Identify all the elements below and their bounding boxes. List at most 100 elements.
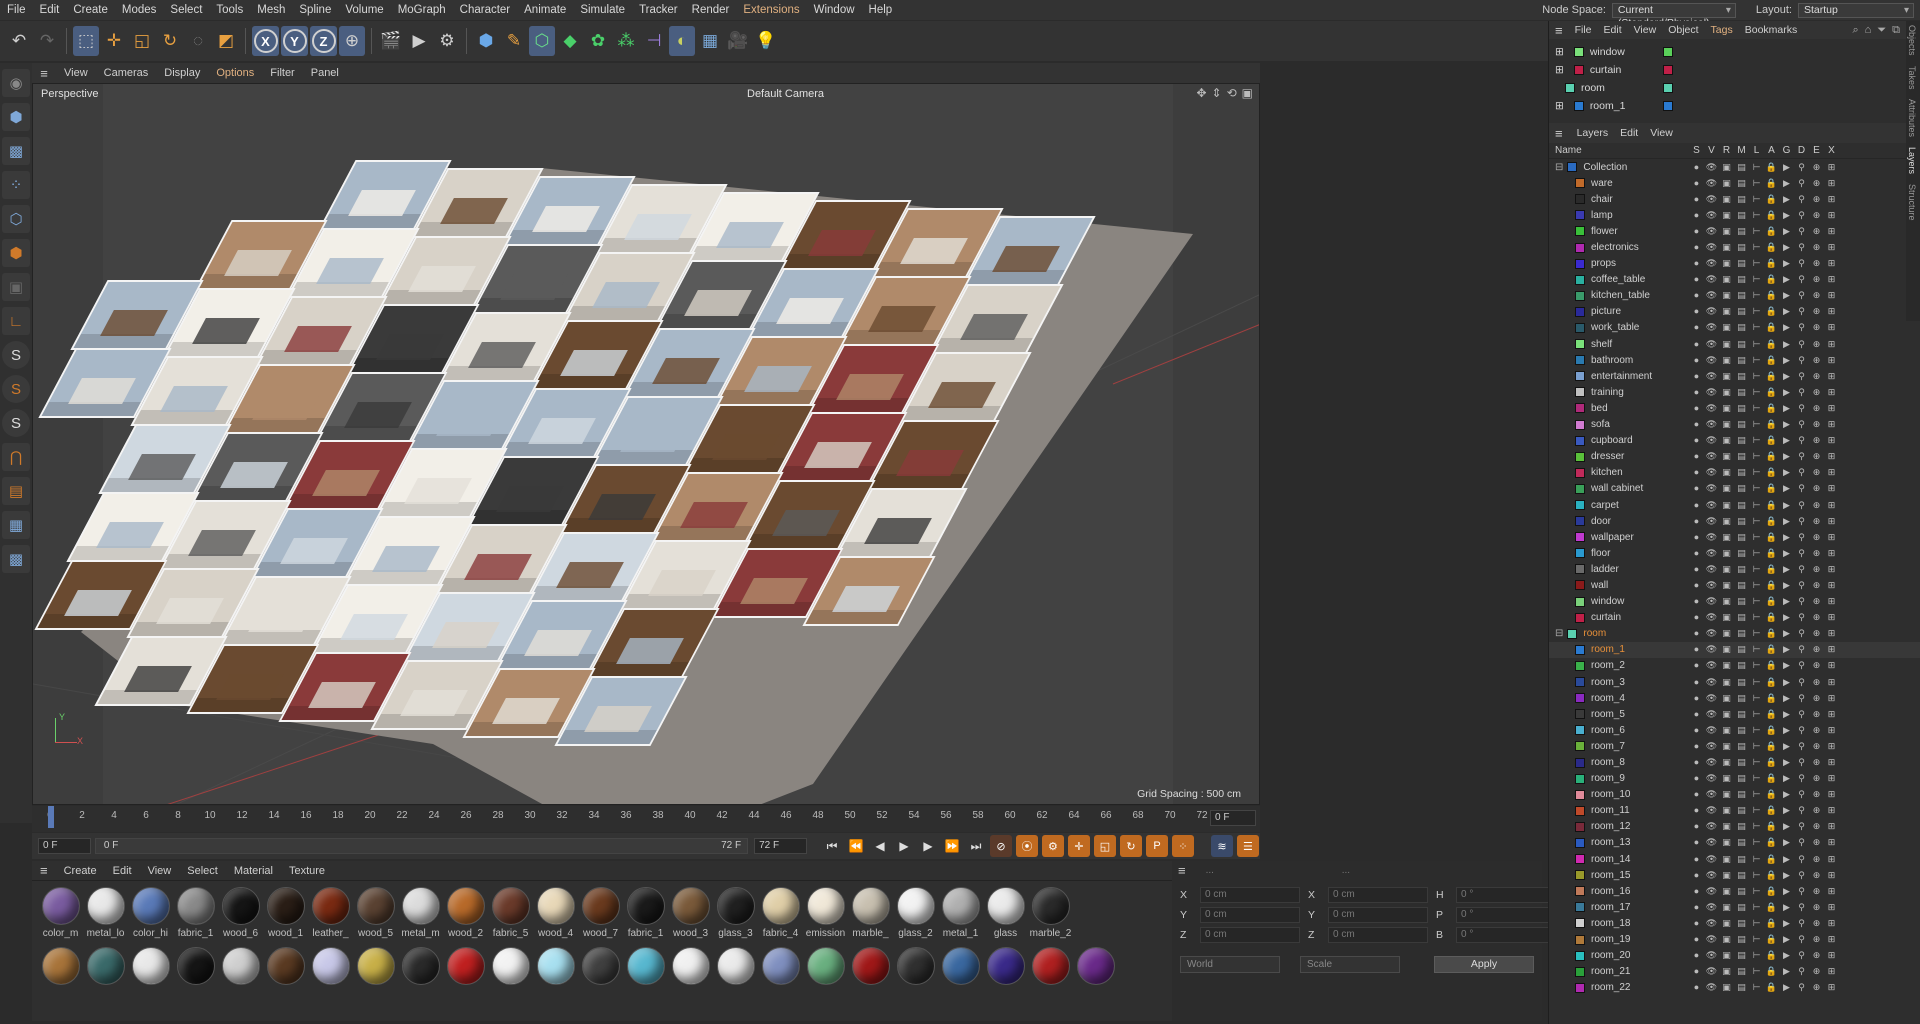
layer-toggle-icon[interactable]: ⊞ xyxy=(1824,226,1839,237)
layer-toggle-icon[interactable]: ⊞ xyxy=(1824,258,1839,269)
layer-toggle-icon[interactable]: ▤ xyxy=(1734,322,1749,333)
layer-toggle-icon[interactable]: ⊢ xyxy=(1749,966,1764,977)
layer-row[interactable]: props ● 👁 ▣ ▤ ⊢ 🔒 ▶ ⚲ ⊕ ⊞ xyxy=(1549,256,1920,272)
material-swatch[interactable]: color_m xyxy=(38,887,83,947)
layer-toggle-icon[interactable]: ⚲ xyxy=(1794,757,1809,768)
layer-toggle-icon[interactable]: ⚲ xyxy=(1794,709,1809,720)
layer-toggle-icon[interactable]: 🔒 xyxy=(1764,467,1779,478)
layer-toggle-icon[interactable]: ⊞ xyxy=(1824,564,1839,575)
layer-toggle-icon[interactable]: ⚲ xyxy=(1794,854,1809,865)
layer-row[interactable]: kitchen_table ● 👁 ▣ ▤ ⊢ 🔒 ▶ ⚲ ⊕ ⊞ xyxy=(1549,288,1920,304)
layer-toggle-icon[interactable]: ⊢ xyxy=(1749,242,1764,253)
layer-toggle-icon[interactable]: ● xyxy=(1689,596,1704,607)
point-mode-icon[interactable]: ⁘ xyxy=(2,171,30,199)
layer-toggle-icon[interactable]: ● xyxy=(1689,741,1704,752)
material-swatch[interactable]: wood_2 xyxy=(443,887,488,947)
material-swatch[interactable] xyxy=(83,947,128,1007)
layer-toggle-icon[interactable]: ▤ xyxy=(1734,516,1749,527)
material-swatch[interactable]: emission xyxy=(803,887,848,947)
layer-toggle-icon[interactable]: 👁 xyxy=(1704,934,1719,945)
layer-toggle-icon[interactable]: ▶ xyxy=(1779,709,1794,720)
material-swatch[interactable]: fabric_4 xyxy=(758,887,803,947)
layer-toggle-icon[interactable]: ⚲ xyxy=(1794,258,1809,269)
layer-toggle-icon[interactable]: ▶ xyxy=(1779,290,1794,301)
layer-toggle-icon[interactable]: ⚲ xyxy=(1794,966,1809,977)
material-swatch[interactable] xyxy=(1028,947,1073,1007)
layer-toggle-icon[interactable]: ▶ xyxy=(1779,226,1794,237)
layer-toggle-icon[interactable]: 🔒 xyxy=(1764,902,1779,913)
layer-toggle-icon[interactable]: ⊞ xyxy=(1824,854,1839,865)
material-swatch[interactable] xyxy=(578,947,623,1007)
layer-row[interactable]: room_11 ● 👁 ▣ ▤ ⊢ 🔒 ▶ ⚲ ⊕ ⊞ xyxy=(1549,803,1920,819)
material-swatch[interactable] xyxy=(443,947,488,1007)
locked-workplane-icon[interactable]: ▩ xyxy=(2,545,30,573)
layer-toggle-icon[interactable]: ▶ xyxy=(1779,435,1794,446)
apply-button[interactable]: Apply xyxy=(1434,956,1534,973)
layer-toggle-icon[interactable]: ▤ xyxy=(1734,258,1749,269)
layer-toggle-icon[interactable]: 🔒 xyxy=(1764,419,1779,430)
layer-toggle-icon[interactable]: ⊞ xyxy=(1824,693,1839,704)
layer-toggle-icon[interactable]: 👁 xyxy=(1704,789,1719,800)
layer-toggle-icon[interactable]: ⚲ xyxy=(1794,580,1809,591)
expand-icon[interactable]: ⊞ xyxy=(1555,46,1564,58)
layer-toggle-icon[interactable]: ▤ xyxy=(1734,821,1749,832)
layer-row[interactable]: training ● 👁 ▣ ▤ ⊢ 🔒 ▶ ⚲ ⊕ ⊞ xyxy=(1549,384,1920,400)
layer-toggle-icon[interactable]: ⊕ xyxy=(1809,821,1824,832)
layer-toggle-icon[interactable]: ▣ xyxy=(1719,242,1734,253)
viewport-menu-options[interactable]: Options xyxy=(208,67,262,79)
layer-toggle-icon[interactable]: 👁 xyxy=(1704,966,1719,977)
layer-row[interactable]: ware ● 👁 ▣ ▤ ⊢ 🔒 ▶ ⚲ ⊕ ⊞ xyxy=(1549,175,1920,191)
layer-toggle-icon[interactable]: ▣ xyxy=(1719,628,1734,639)
layer-toggle-icon[interactable]: ● xyxy=(1689,934,1704,945)
layer-color-swatch[interactable] xyxy=(1575,532,1585,543)
layer-toggle-icon[interactable]: ⚲ xyxy=(1794,322,1809,333)
layer-toggle-icon[interactable]: ▶ xyxy=(1779,419,1794,430)
material-swatch[interactable]: metal_1 xyxy=(938,887,983,947)
layer-toggle-icon[interactable]: 👁 xyxy=(1704,467,1719,478)
layer-toggle-icon[interactable]: 🔒 xyxy=(1764,644,1779,655)
layer-toggle-icon[interactable]: ▣ xyxy=(1719,194,1734,205)
layer-toggle-icon[interactable]: ⊢ xyxy=(1749,934,1764,945)
layer-toggle-icon[interactable]: ⊢ xyxy=(1749,322,1764,333)
layer-toggle-icon[interactable]: ▣ xyxy=(1719,580,1734,591)
layer-toggle-icon[interactable]: ⊕ xyxy=(1809,886,1824,897)
layer-toggle-icon[interactable]: 🔒 xyxy=(1764,516,1779,527)
layer-toggle-icon[interactable]: 👁 xyxy=(1704,226,1719,237)
layer-color-swatch[interactable] xyxy=(1575,274,1585,285)
material-swatch[interactable] xyxy=(263,947,308,1007)
layer-color-swatch[interactable] xyxy=(1575,467,1585,478)
layer-toggle-icon[interactable]: 🔒 xyxy=(1764,741,1779,752)
layer-toggle-icon[interactable]: ▶ xyxy=(1779,274,1794,285)
layer-row[interactable]: room_2 ● 👁 ▣ ▤ ⊢ 🔒 ▶ ⚲ ⊕ ⊞ xyxy=(1549,658,1920,674)
layer-toggle-icon[interactable]: ▶ xyxy=(1779,596,1794,607)
layer-row[interactable]: room_6 ● 👁 ▣ ▤ ⊢ 🔒 ▶ ⚲ ⊕ ⊞ xyxy=(1549,722,1920,738)
autokey-icon[interactable]: ⊘ xyxy=(989,835,1012,857)
field-icon[interactable]: ◐ xyxy=(669,26,695,56)
coordinate-system-icon[interactable]: ⊕ xyxy=(339,26,365,56)
layer-toggle-icon[interactable]: 🔒 xyxy=(1764,210,1779,221)
layer-toggle-icon[interactable]: ● xyxy=(1689,564,1704,575)
layer-column-header[interactable]: E xyxy=(1809,145,1824,156)
layer-toggle-icon[interactable]: ⚲ xyxy=(1794,982,1809,993)
layer-toggle-icon[interactable]: ⊕ xyxy=(1809,290,1824,301)
layer-row[interactable]: door ● 👁 ▣ ▤ ⊢ 🔒 ▶ ⚲ ⊕ ⊞ xyxy=(1549,513,1920,529)
layer-toggle-icon[interactable]: 🔒 xyxy=(1764,870,1779,881)
layer-toggle-icon[interactable]: ⚲ xyxy=(1794,274,1809,285)
layer-toggle-icon[interactable]: 🔒 xyxy=(1764,451,1779,462)
layer-toggle-icon[interactable]: 👁 xyxy=(1704,532,1719,543)
layer-color-swatch[interactable] xyxy=(1575,677,1585,688)
layer-toggle-icon[interactable]: ⊞ xyxy=(1824,950,1839,961)
layer-toggle-icon[interactable]: ⊢ xyxy=(1749,483,1764,494)
layer-toggle-icon[interactable]: ▤ xyxy=(1734,982,1749,993)
layer-toggle-icon[interactable]: ⚲ xyxy=(1794,805,1809,816)
layer-toggle-icon[interactable]: ⊢ xyxy=(1749,500,1764,511)
viewport-menu-filter[interactable]: Filter xyxy=(262,67,302,79)
layer-toggle-icon[interactable]: 👁 xyxy=(1704,210,1719,221)
layer-toggle-icon[interactable]: ⊕ xyxy=(1809,950,1824,961)
layer-toggle-icon[interactable]: ⊢ xyxy=(1749,870,1764,881)
object-row[interactable]: ⊞ window xyxy=(1549,43,1920,61)
layer-toggle-icon[interactable]: ▶ xyxy=(1779,355,1794,366)
prev-frame-icon[interactable]: ◀ xyxy=(869,835,891,857)
layer-toggle-icon[interactable]: ▣ xyxy=(1719,467,1734,478)
layer-toggle-icon[interactable]: ⊕ xyxy=(1809,693,1824,704)
